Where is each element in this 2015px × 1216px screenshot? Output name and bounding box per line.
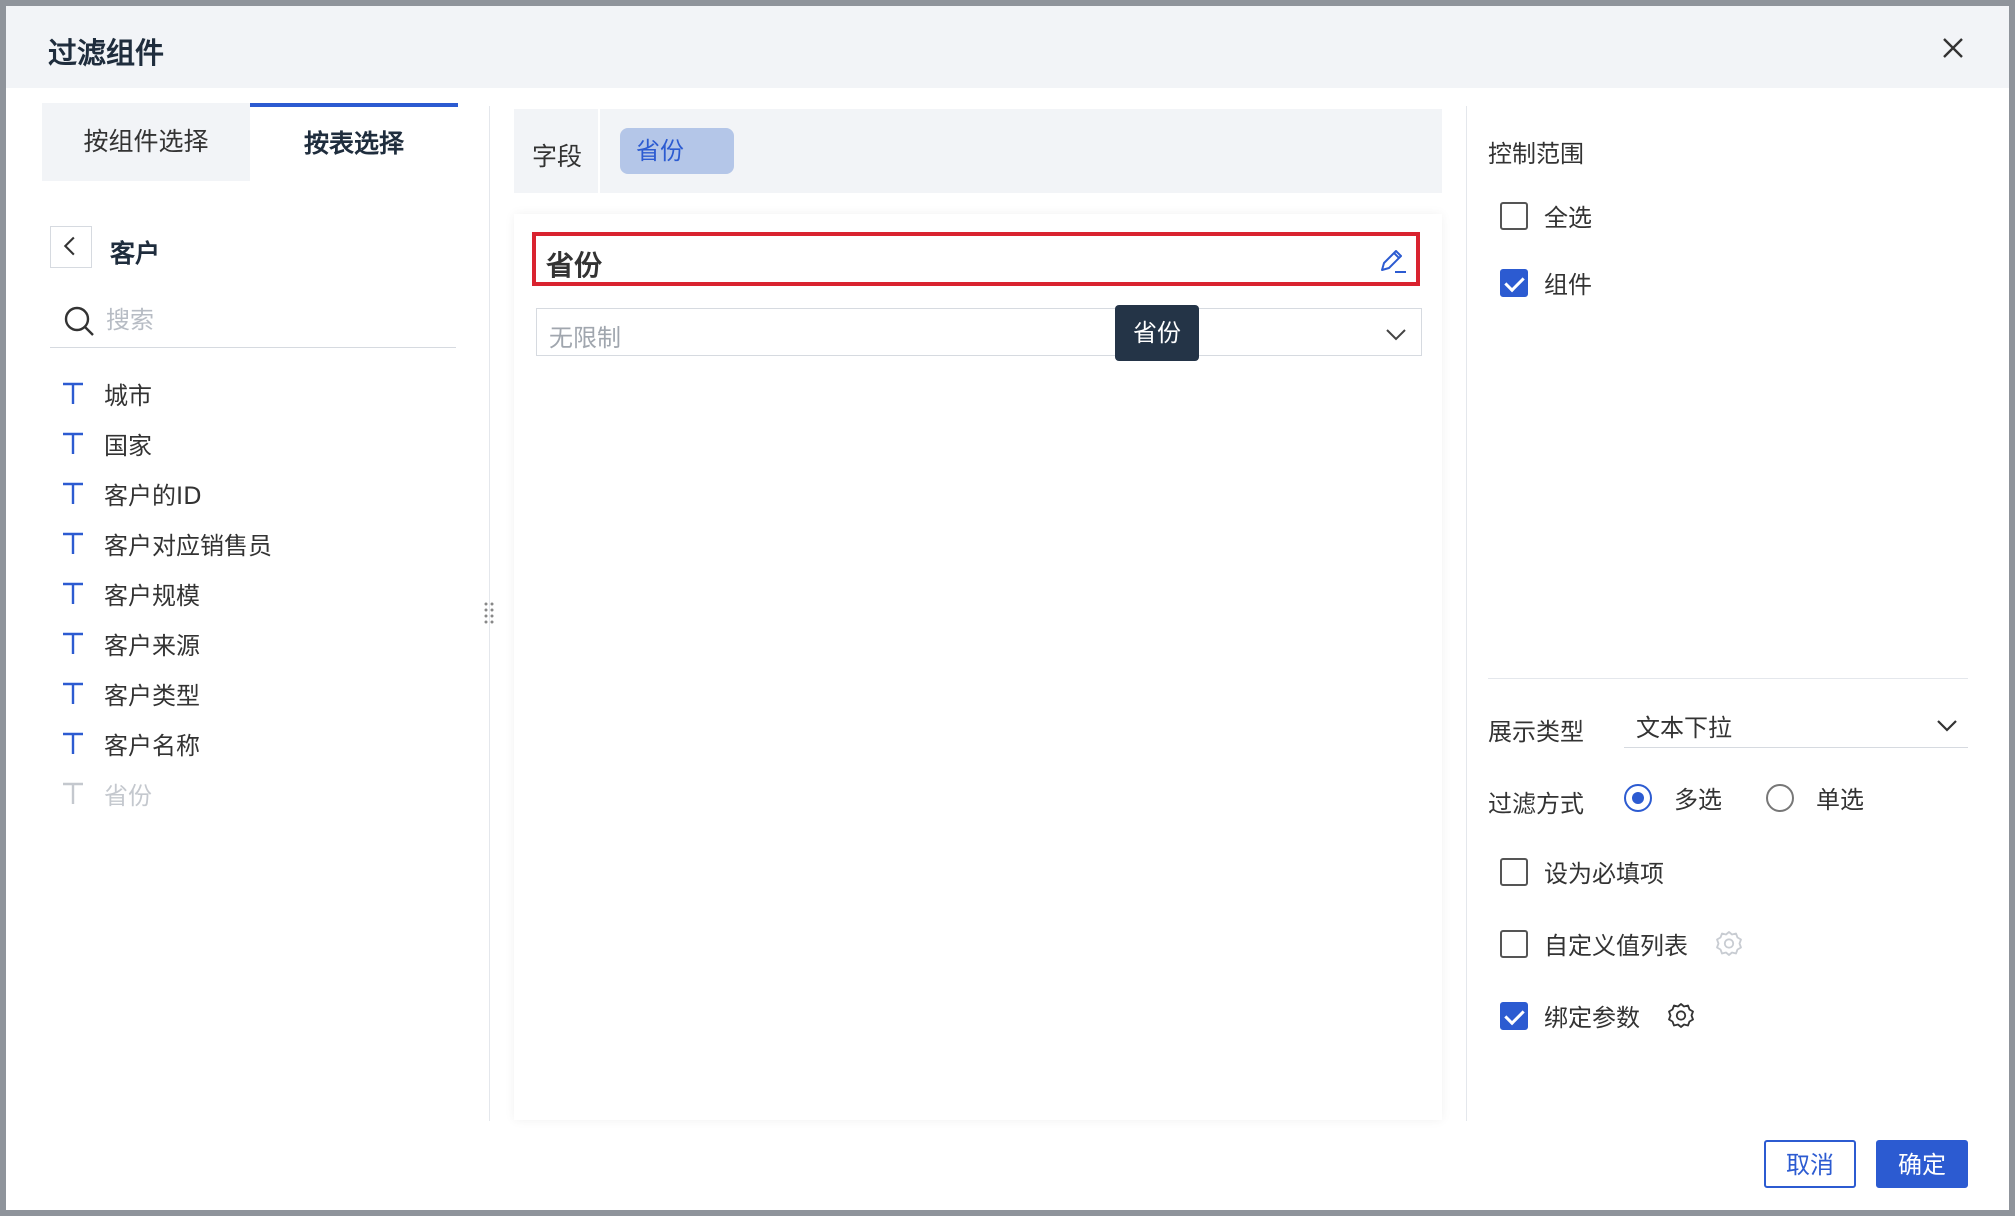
text-field-icon [63, 632, 83, 654]
selection-tabs: 按组件选择 按表选择 [42, 103, 458, 181]
field-item-label: 省份 [104, 781, 152, 810]
field-item[interactable]: 客户名称 [50, 718, 450, 768]
text-field-icon [63, 732, 83, 754]
filter-preview: 省份 无限制 [514, 214, 1442, 1120]
checkbox-icon [1500, 857, 1528, 886]
cancel-button[interactable]: 取消 [1764, 1140, 1856, 1188]
tooltip: 省份 [1115, 305, 1199, 361]
field-item[interactable]: 客户来源 [50, 618, 450, 668]
field-item[interactable]: 国家 [50, 418, 450, 468]
text-field-icon [63, 682, 83, 704]
component-label: 组件 [1544, 271, 1592, 299]
resize-handle-icon[interactable] [482, 600, 496, 630]
filter-value-select[interactable]: 无限制 [536, 308, 1422, 356]
search-icon [64, 306, 94, 336]
filter-select-placeholder: 无限制 [549, 324, 621, 352]
field-item-label: 城市 [104, 381, 152, 410]
field-item: 省份 [50, 768, 450, 818]
display-type-label: 展示类型 [1488, 718, 1584, 746]
text-field-icon [63, 382, 83, 404]
field-item[interactable]: 客户的ID [50, 468, 450, 518]
filter-mode-label: 过滤方式 [1488, 790, 1584, 818]
checkbox-icon [1500, 201, 1528, 230]
required-checkbox[interactable]: 设为必填项 [1500, 854, 1664, 889]
dialog-header: 过滤组件 [6, 6, 2009, 88]
field-bar-separator [598, 109, 600, 193]
custom-value-list-label: 自定义值列表 [1544, 932, 1688, 960]
field-item-label: 客户来源 [104, 631, 200, 660]
text-field-icon [63, 432, 83, 454]
field-bar: 字段 省份 [514, 109, 1442, 193]
field-item[interactable]: 客户规模 [50, 568, 450, 618]
gear-icon [1716, 930, 1742, 956]
chevron-down-icon [1937, 720, 1957, 732]
edit-icon[interactable] [1378, 246, 1408, 276]
required-label: 设为必填项 [1544, 860, 1664, 888]
field-item-label: 客户规模 [104, 581, 200, 610]
tab-by-component[interactable]: 按组件选择 [42, 103, 250, 181]
custom-value-list-checkbox[interactable]: 自定义值列表 [1500, 926, 1744, 961]
field-search [50, 294, 456, 348]
display-type-select[interactable]: 文本下拉 [1624, 700, 1968, 748]
close-icon[interactable] [1936, 31, 1970, 65]
field-item[interactable]: 客户对应销售员 [50, 518, 450, 568]
checkbox-checked-icon [1500, 1001, 1528, 1030]
select-all-checkbox[interactable]: 全选 [1500, 198, 1592, 233]
text-field-icon [63, 482, 83, 504]
radio-multi-select[interactable]: 多选 [1624, 780, 1722, 815]
gear-icon[interactable] [1666, 1001, 1696, 1031]
text-field-icon [63, 532, 83, 554]
preview-title-box[interactable]: 省份 [532, 232, 1420, 286]
back-button[interactable] [50, 226, 92, 268]
checkbox-icon [1500, 929, 1528, 958]
tab-by-table[interactable]: 按表选择 [250, 103, 458, 181]
select-all-label: 全选 [1544, 204, 1592, 232]
multi-select-label: 多选 [1674, 786, 1722, 814]
field-item-label: 客户的ID [104, 481, 202, 510]
chevron-down-icon [1386, 329, 1406, 341]
right-divider [1466, 106, 1467, 1121]
properties-divider [1488, 678, 1968, 679]
display-type-value: 文本下拉 [1636, 714, 1732, 742]
field-item-label: 客户类型 [104, 681, 200, 710]
field-item[interactable]: 城市 [50, 368, 450, 418]
table-name: 客户 [110, 239, 161, 268]
text-field-icon [63, 582, 83, 604]
text-field-icon [63, 782, 83, 804]
component-checkbox[interactable]: 组件 [1500, 265, 1592, 300]
radio-selected-icon [1624, 783, 1652, 812]
search-input[interactable] [106, 300, 446, 340]
field-item-label: 客户对应销售员 [104, 531, 272, 560]
single-select-label: 单选 [1816, 786, 1864, 814]
checkbox-checked-icon [1500, 268, 1528, 297]
scope-title: 控制范围 [1488, 140, 1584, 168]
bind-parameter-checkbox[interactable]: 绑定参数 [1500, 998, 1696, 1033]
field-list: 城市国家客户的ID 客户对应销售员 客户规模客户来源客户类型客户名称省份 [50, 368, 450, 818]
dialog-title: 过滤组件 [48, 36, 165, 70]
field-chip[interactable]: 省份 [620, 128, 734, 174]
bind-parameter-label: 绑定参数 [1544, 1004, 1640, 1032]
field-item-label: 客户名称 [104, 731, 200, 760]
radio-single-select[interactable]: 单选 [1766, 780, 1864, 815]
field-bar-label: 字段 [532, 142, 583, 171]
field-item[interactable]: 客户类型 [50, 668, 450, 718]
preview-title: 省份 [546, 249, 603, 282]
field-item-label: 国家 [104, 431, 152, 460]
chevron-left-icon [63, 236, 75, 256]
confirm-button[interactable]: 确定 [1876, 1140, 1968, 1188]
radio-icon [1766, 783, 1794, 812]
